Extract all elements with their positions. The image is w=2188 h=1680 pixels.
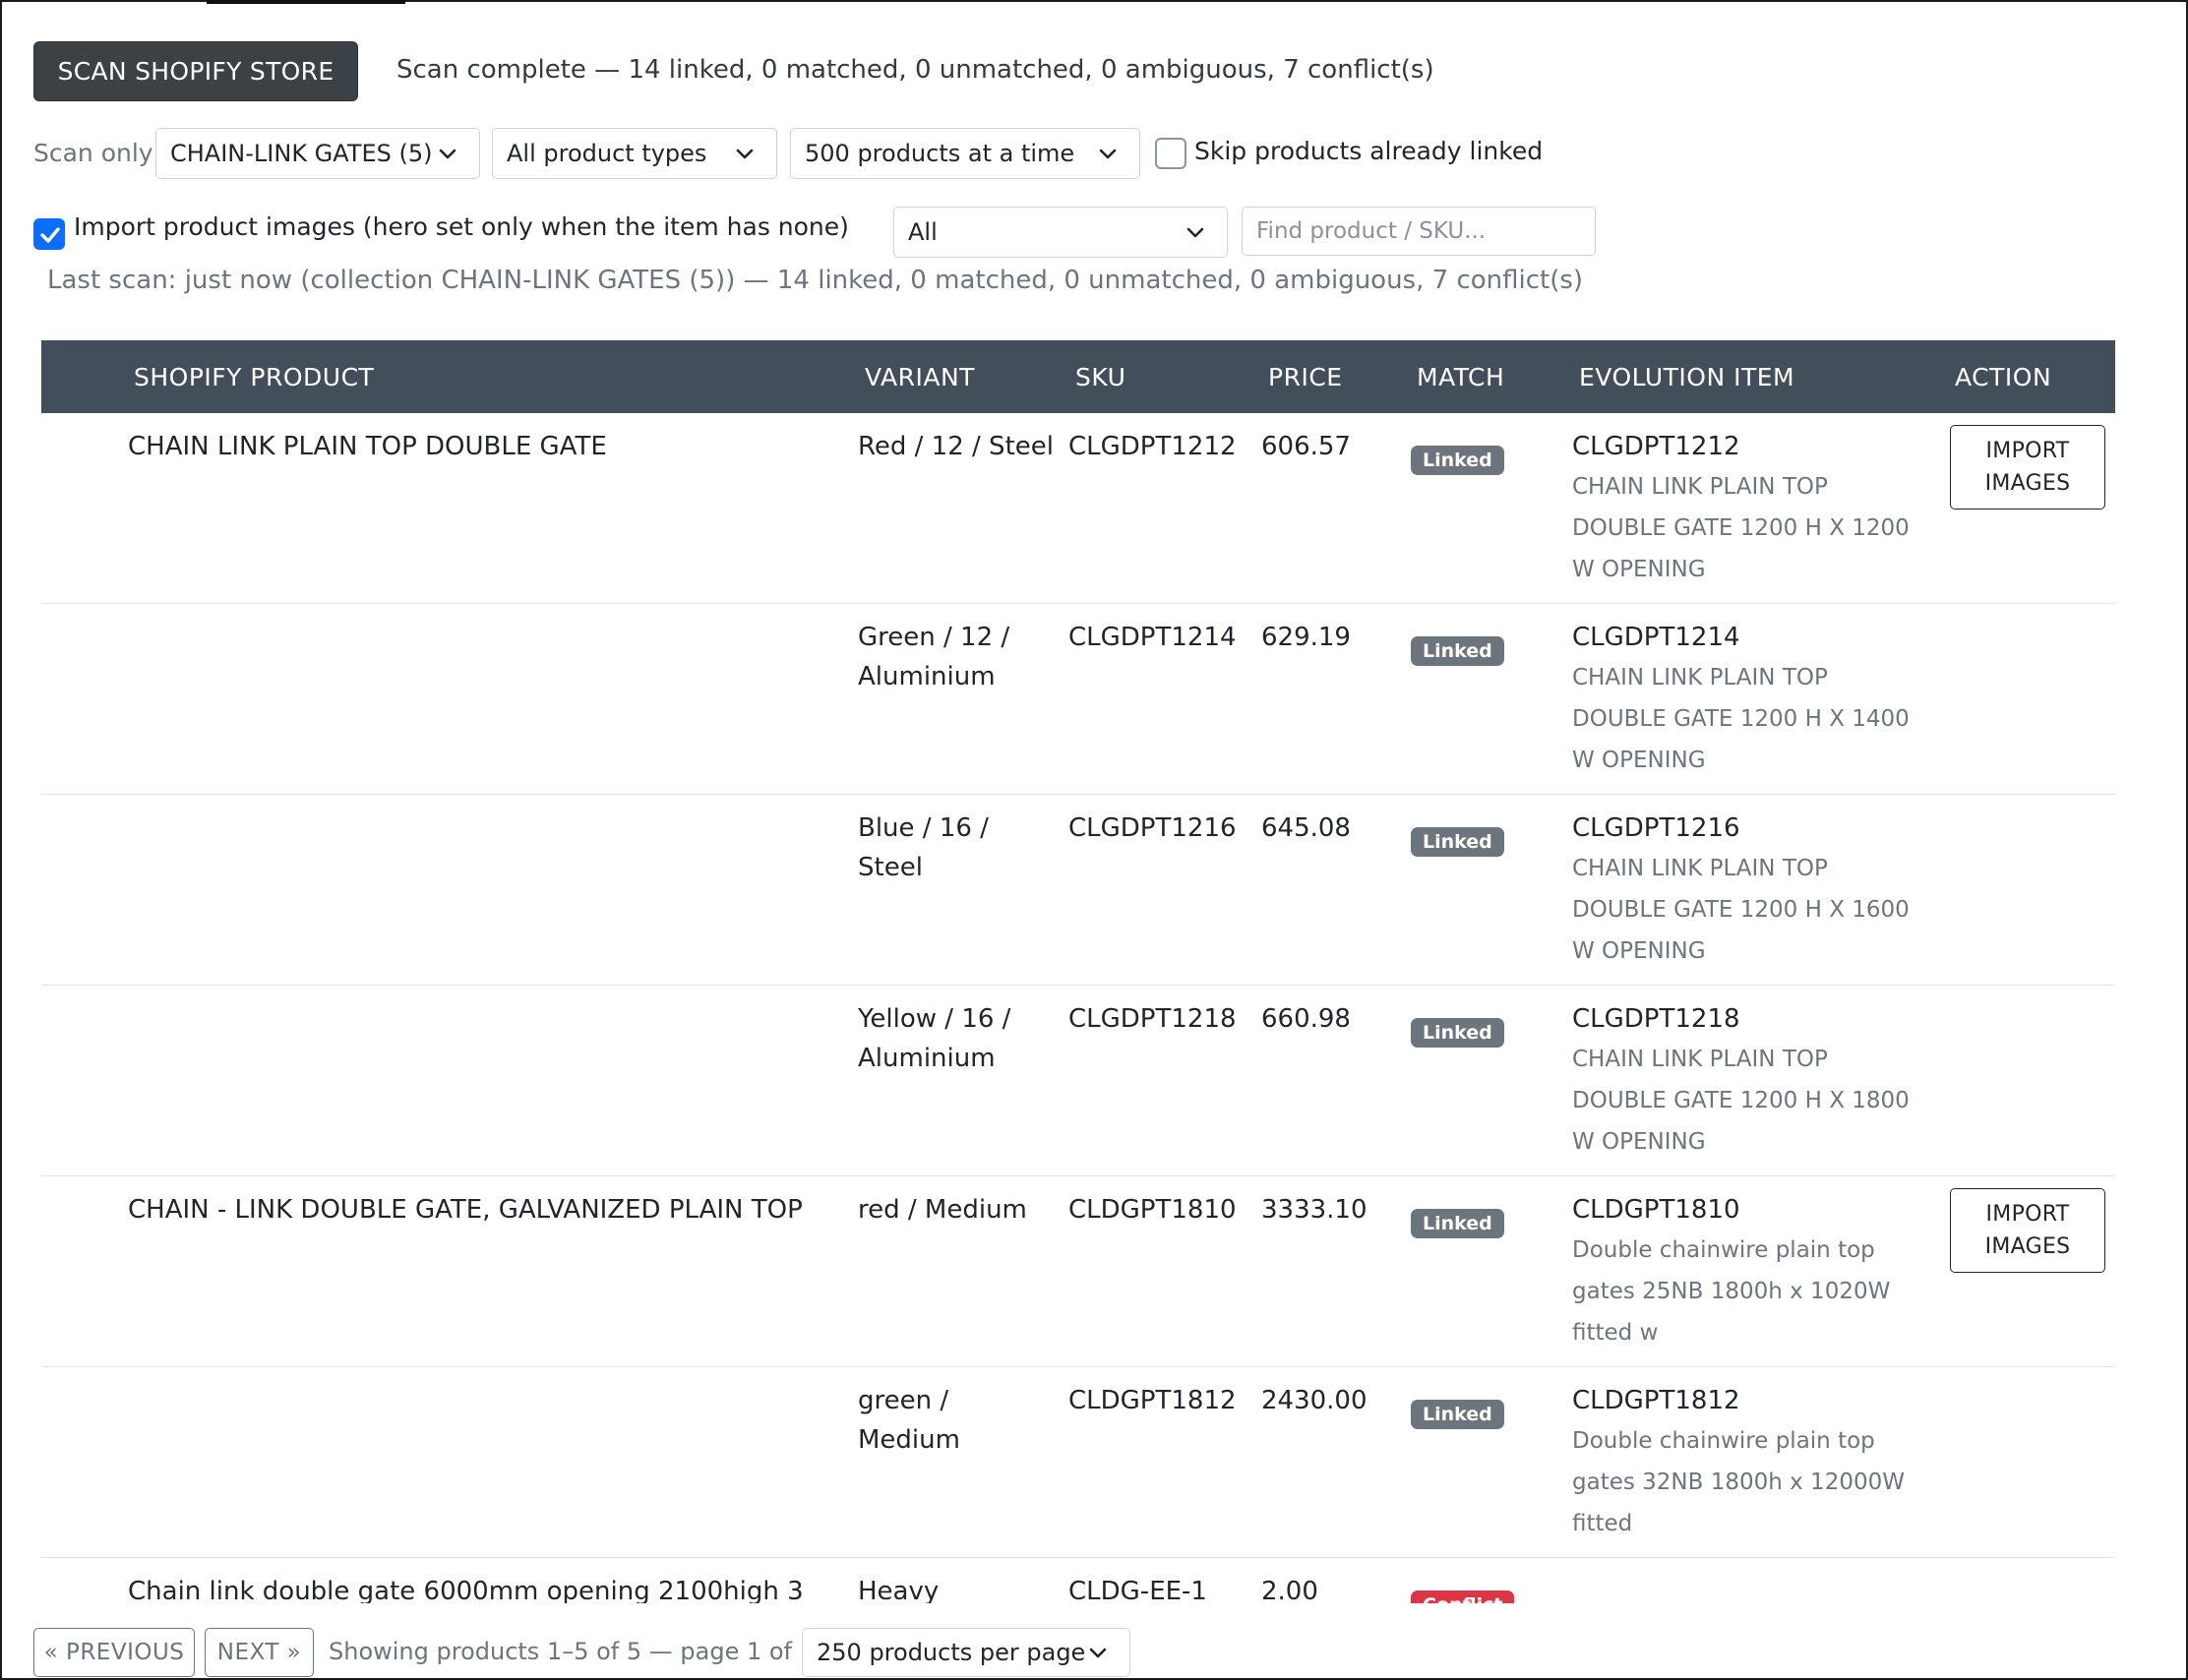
- match-status-badge: Linked: [1411, 1400, 1504, 1429]
- header-shopify-product: SHOPIFY PRODUCT: [134, 362, 375, 391]
- match-status-badge: Linked: [1411, 1209, 1504, 1238]
- sku-value: CLGDPT1214: [1068, 623, 1237, 652]
- evolution-item-description: CHAIN LINK PLAIN TOP DOUBLE GATE 1200 H …: [1572, 665, 1910, 773]
- chevron-down-icon: [1089, 1648, 1107, 1658]
- import-images-button[interactable]: IMPORT IMAGES: [1950, 1188, 2105, 1273]
- chevron-down-icon: [1099, 149, 1117, 159]
- variant-name: Red / 12 / Steel: [858, 432, 1054, 461]
- header-action: ACTION: [1955, 362, 2052, 391]
- sku-value: CLGDPT1218: [1068, 1004, 1237, 1034]
- evolution-item-cell: CLGDPT1218 CHAIN LINK PLAIN TOP DOUBLE GA…: [1572, 999, 1926, 1163]
- sku-value: CLDGPT1810: [1068, 1195, 1237, 1225]
- shopify-product-name: CHAIN - LINK DOUBLE GATE, GALVANIZED PLA…: [128, 1195, 803, 1225]
- match-cell: Linked: [1411, 1202, 1504, 1241]
- import-images-button[interactable]: IMPORT IMAGES: [1950, 425, 2105, 510]
- evolution-item-description: CHAIN LINK PLAIN TOP DOUBLE GATE 1200 H …: [1572, 474, 1910, 582]
- evolution-item-cell: CLDGPT1812 Double chainwire plain top gat…: [1572, 1381, 1926, 1544]
- per-page-select-value: 250 products per page: [817, 1639, 1086, 1666]
- status-filter-select-value: All: [908, 218, 938, 246]
- next-page-button[interactable]: NEXT »: [205, 1628, 314, 1677]
- import-images-label: Import product images (hero set only whe…: [74, 212, 849, 241]
- chevron-down-icon: [439, 149, 456, 159]
- scan-status-text: Scan complete — 14 linked, 0 matched, 0 …: [396, 55, 1434, 85]
- table-row: Blue / 16 / Steel CLGDPT1216 645.08 Linked C…: [41, 795, 2115, 986]
- evolution-item-description: CHAIN LINK PLAIN TOP DOUBLE GATE 1200 H …: [1572, 856, 1910, 964]
- table-row: Yellow / 16 / Aluminium CLGDPT1218 660.98 L…: [41, 986, 2115, 1176]
- evolution-item-sku: CLGDPT1218: [1572, 1004, 1740, 1034]
- match-status-badge: Linked: [1411, 827, 1504, 857]
- match-cell: Linked: [1411, 820, 1504, 860]
- shopify-product-name: CHAIN LINK PLAIN TOP DOUBLE GATE: [128, 432, 607, 461]
- status-filter-select[interactable]: All: [893, 207, 1228, 258]
- evolution-item-sku: CLGDPT1214: [1572, 623, 1740, 652]
- collection-select-value: CHAIN-LINK GATES (5): [170, 140, 433, 167]
- import-images-checkbox[interactable]: [33, 218, 65, 250]
- table-row: Green / 12 / Aluminium CLGDPT1214 629.19 Li…: [41, 604, 2115, 795]
- match-cell: Linked: [1411, 630, 1504, 669]
- batch-size-select-value: 500 products at a time: [805, 140, 1075, 167]
- sku-value: CLGDPT1216: [1068, 813, 1237, 843]
- table-header: SHOPIFY PRODUCT VARIANT SKU PRICE MATCH …: [41, 340, 2115, 413]
- evolution-item-description: CHAIN LINK PLAIN TOP DOUBLE GATE 1200 H …: [1572, 1047, 1910, 1155]
- scan-only-label: Scan only: [33, 139, 153, 167]
- match-status-badge: Linked: [1411, 636, 1504, 666]
- evolution-item-description: Double chainwire plain top gates 25NB 18…: [1572, 1237, 1891, 1346]
- collection-select[interactable]: CHAIN-LINK GATES (5): [155, 128, 480, 179]
- pagination-info: Showing products 1–5 of 5 — page 1 of 1: [329, 1638, 815, 1665]
- evolution-item-cell: CLGDPT1212 CHAIN LINK PLAIN TOP DOUBLE GA…: [1572, 427, 1926, 590]
- variant-name: Green / 12 / Aluminium: [858, 623, 1010, 691]
- evolution-item-sku: CLDGPT1812: [1572, 1386, 1740, 1415]
- product-table: SHOPIFY PRODUCT VARIANT SKU PRICE MATCH …: [41, 340, 2115, 1674]
- header-sku: SKU: [1075, 362, 1126, 391]
- table-body: CHAIN LINK PLAIN TOP DOUBLE GATE Red / 12…: [41, 413, 2115, 1674]
- price-value: 2430.00: [1261, 1386, 1368, 1415]
- header-match: MATCH: [1417, 362, 1505, 391]
- evolution-item-sku: CLGDPT1212: [1572, 432, 1740, 461]
- previous-page-button[interactable]: « PREVIOUS: [33, 1628, 195, 1677]
- price-value: 660.98: [1261, 1004, 1351, 1034]
- last-scan-summary: Last scan: just now (collection CHAIN-LI…: [47, 266, 1584, 295]
- header-evolution-item: EVOLUTION ITEM: [1579, 362, 1795, 391]
- table-row: CHAIN LINK PLAIN TOP DOUBLE GATE Red / 12…: [41, 413, 2115, 604]
- scan-shopify-store-button[interactable]: SCAN SHOPIFY STORE: [33, 41, 358, 101]
- chevron-down-icon: [736, 149, 754, 159]
- skip-linked-checkbox[interactable]: [1155, 138, 1186, 169]
- evolution-item-sku: CLGDPT1216: [1572, 813, 1740, 843]
- evolution-item-cell: CLGDPT1216 CHAIN LINK PLAIN TOP DOUBLE GA…: [1572, 809, 1926, 972]
- evolution-item-cell: CLGDPT1214 CHAIN LINK PLAIN TOP DOUBLE GA…: [1572, 618, 1926, 781]
- match-cell: Linked: [1411, 1011, 1504, 1050]
- header-variant: VARIANT: [865, 362, 975, 391]
- match-status-badge: Linked: [1411, 446, 1504, 475]
- chevron-down-icon: [1186, 227, 1204, 238]
- evolution-item-description: Double chainwire plain top gates 32NB 18…: [1572, 1428, 1905, 1536]
- price-value: 645.08: [1261, 813, 1351, 843]
- match-status-badge: Linked: [1411, 1018, 1504, 1048]
- table-row: green / Medium CLDGPT1812 2430.00 Linked CLD…: [41, 1367, 2115, 1558]
- sku-value: CLDGPT1812: [1068, 1386, 1237, 1415]
- table-row: CHAIN - LINK DOUBLE GATE, GALVANIZED PLA…: [41, 1176, 2115, 1367]
- product-search-input[interactable]: [1242, 207, 1596, 256]
- per-page-select[interactable]: 250 products per page: [802, 1628, 1130, 1677]
- match-cell: Linked: [1411, 1393, 1504, 1432]
- active-tab-indicator: [207, 0, 405, 4]
- evolution-item-cell: CLDGPT1810 Double chainwire plain top gat…: [1572, 1190, 1926, 1353]
- price-value: 3333.10: [1261, 1195, 1368, 1225]
- product-type-select-value: All product types: [507, 140, 707, 167]
- variant-name: Yellow / 16 / Aluminium: [858, 1004, 1011, 1073]
- price-value: 606.57: [1261, 432, 1351, 461]
- evolution-item-sku: CLDGPT1810: [1572, 1195, 1740, 1225]
- sku-value: CLGDPT1212: [1068, 432, 1237, 461]
- variant-name: Blue / 16 / Steel: [858, 813, 989, 882]
- variant-name: red / Medium: [858, 1195, 1027, 1225]
- check-icon: [40, 227, 60, 243]
- product-type-select[interactable]: All product types: [492, 128, 777, 179]
- price-value: 629.19: [1261, 623, 1351, 652]
- action-cell: IMPORT IMAGES: [1950, 425, 2105, 510]
- batch-size-select[interactable]: 500 products at a time: [790, 128, 1140, 179]
- header-price: PRICE: [1268, 362, 1343, 391]
- action-cell: IMPORT IMAGES: [1950, 1188, 2105, 1273]
- skip-linked-label: Skip products already linked: [1194, 137, 1544, 165]
- variant-name: green / Medium: [858, 1386, 960, 1455]
- match-cell: Linked: [1411, 439, 1504, 478]
